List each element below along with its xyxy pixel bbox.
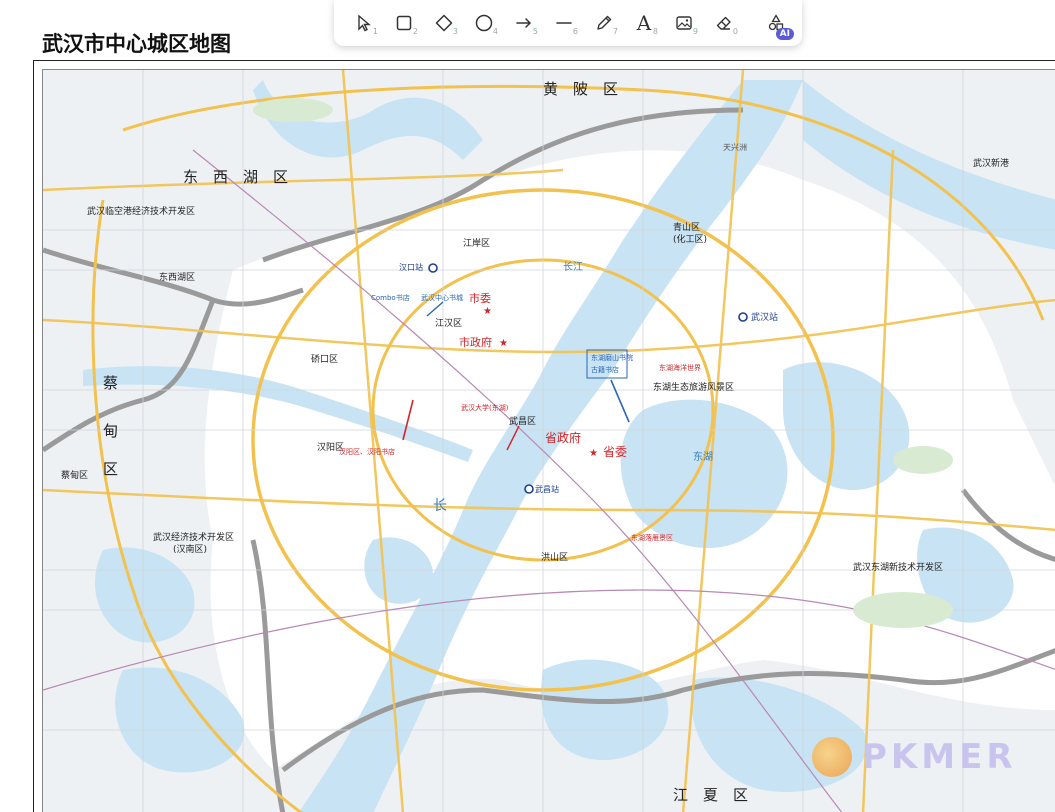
- label-wuchang-station: 武昌站: [535, 484, 559, 494]
- station-marker: [524, 484, 534, 494]
- annotation-wuhan-university: 武汉大学(东湖): [461, 403, 509, 412]
- line-icon[interactable]: 6: [544, 3, 584, 43]
- label-jianghan: 江汉区: [435, 318, 462, 329]
- eraser-icon[interactable]: 0: [704, 3, 744, 43]
- pkmer-watermark: PKMER: [812, 727, 1042, 787]
- label-dongxihu: 东西湖区: [159, 271, 195, 283]
- park-east: [893, 446, 953, 474]
- label-caidian: 蔡甸区: [61, 469, 88, 481]
- shortcut-key: 4: [492, 27, 498, 36]
- label-tianxingzhou: 天兴洲: [723, 143, 747, 152]
- page-title: 武汉市中心城区地图: [42, 31, 231, 56]
- ai-badge: AI: [775, 28, 794, 40]
- image-icon[interactable]: 9: [664, 3, 704, 43]
- shortcut-key: 3: [452, 27, 458, 36]
- label-east-lake-hitech: 武汉东湖新技术开发区: [853, 561, 943, 573]
- district-label-huangpi: 黄 陂 区: [543, 81, 618, 98]
- map-canvas[interactable]: 黄 陂 区 东 西 湖 区 蔡 甸 区 江 夏 区 长 武汉临空港经济技术开发区…: [33, 60, 1055, 812]
- diamond-icon[interactable]: 3: [424, 3, 464, 43]
- wuhan-map-drawing: 黄 陂 区 东 西 湖 区 蔡 甸 区 江 夏 区 长 武汉临空港经济技术开发区…: [43, 70, 1055, 812]
- annotation-municipal-committee: 市委: [469, 291, 491, 305]
- label-qiaokou: 硚口区: [311, 354, 338, 365]
- shortcut-key: 5: [532, 27, 538, 36]
- label-hankou-station: 汉口站: [399, 262, 423, 272]
- map-image: 黄 陂 区 东 西 湖 区 蔡 甸 区 江 夏 区 长 武汉临空港经济技术开发区…: [42, 69, 1055, 812]
- annotation-combo-bookstore: Combo书店: [371, 293, 410, 302]
- district-label-dongxihu: 东 西 湖 区: [183, 169, 288, 186]
- label-east-lake: 东湖: [693, 450, 713, 463]
- label-huagong: (化工区): [673, 233, 707, 245]
- text-icon[interactable]: A 8: [624, 3, 664, 43]
- star-marker: ★: [499, 338, 508, 349]
- label-qingshan: 青山区: [673, 221, 700, 233]
- label-hannan: (汉南区): [173, 543, 207, 555]
- district-label-dian: 甸: [103, 423, 118, 440]
- park-southeast: [853, 592, 953, 628]
- annotation-luoyan-scenic: 东湖落雁景区: [631, 533, 673, 542]
- label-yangtze: 长江: [563, 261, 583, 273]
- ellipse-icon[interactable]: 4: [464, 3, 504, 43]
- label-hongshan: 洪山区: [541, 551, 568, 563]
- pencil-icon[interactable]: 7: [584, 3, 624, 43]
- annotation-provincial-government: 省政府: [545, 430, 581, 445]
- shortcut-key: 2: [412, 27, 418, 36]
- label-jiangan: 江岸区: [463, 238, 490, 249]
- arrow-icon[interactable]: 5: [504, 3, 544, 43]
- shortcut-key: 8: [652, 27, 658, 36]
- star-marker: ★: [589, 448, 598, 459]
- label-linkonggang: 武汉临空港经济技术开发区: [87, 205, 195, 217]
- text-tool-glyph: A: [636, 11, 652, 35]
- select-arrow-icon[interactable]: 1: [344, 3, 384, 43]
- district-label-cai: 蔡: [103, 375, 118, 392]
- shortcut-key: 7: [612, 27, 618, 36]
- annotation-provincial-committee: 省委: [603, 445, 627, 459]
- station-marker: [428, 263, 438, 273]
- annotation-hanyang-bookstore: 汉阳区、汉阳书店: [339, 447, 395, 456]
- shortcut-key: 6: [572, 27, 578, 36]
- station-marker: [738, 312, 748, 322]
- shortcut-key: 0: [732, 27, 738, 36]
- district-label-jiangxia: 江 夏 区: [673, 787, 748, 804]
- district-label-qu: 区: [103, 462, 118, 478]
- drawing-toolbar: 1 2 3 4 5 6 7 A 8 9 0 AI: [334, 0, 802, 46]
- annotation-ancient-books: 古籍书店: [591, 365, 619, 374]
- label-wuhan-newport: 武汉新港: [973, 157, 1009, 169]
- label-wuchang: 武昌区: [509, 415, 536, 427]
- park-north: [253, 98, 333, 122]
- ai-shapes-icon[interactable]: AI: [756, 3, 796, 43]
- annotation-central-bookstore: 武汉中心书城: [421, 293, 463, 302]
- river-label-chang: 长: [433, 498, 447, 514]
- annotation-municipal-government: 市政府: [459, 335, 492, 349]
- label-wuhan-station: 武汉站: [751, 311, 778, 323]
- label-econ-dev-zone: 武汉经济技术开发区: [153, 531, 234, 543]
- label-east-lake-scenic: 东湖生态旅游风景区: [653, 381, 734, 393]
- pkmer-logo-icon: [812, 737, 852, 777]
- shortcut-key: 9: [692, 27, 698, 36]
- watermark-text: PKMER: [862, 737, 1017, 777]
- star-marker: ★: [483, 306, 492, 317]
- rectangle-icon[interactable]: 2: [384, 3, 424, 43]
- annotation-ocean-world: 东湖海洋世界: [659, 363, 701, 372]
- shortcut-key: 1: [372, 27, 378, 36]
